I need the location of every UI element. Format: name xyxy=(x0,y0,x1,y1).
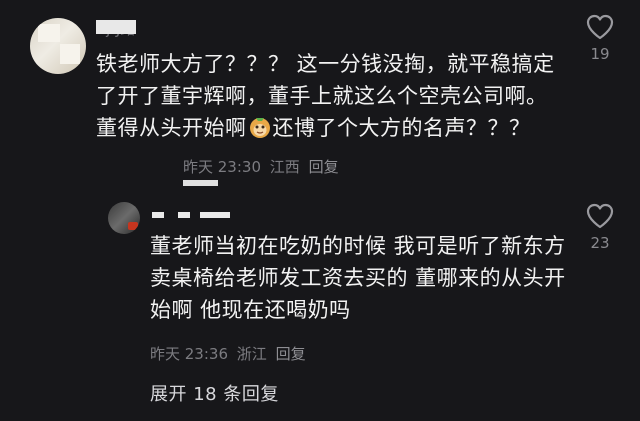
comment-meta: 昨天 23:30 江西 回复 xyxy=(183,156,343,177)
reply-meta: 昨天 23:36 浙江 回复 xyxy=(150,343,310,364)
comment-location: 江西 xyxy=(269,158,300,176)
heart-icon[interactable] xyxy=(580,14,620,40)
reply-text: 董老师当初在吃奶的时候 我可是听了新东方卖桌椅给老师发工资去买的 董哪来的从头开… xyxy=(150,234,566,322)
like-button[interactable]: 23 xyxy=(580,203,620,252)
reply-button[interactable]: 回复 xyxy=(309,158,339,176)
comment-time: 昨天 23:30 xyxy=(183,158,261,176)
replier-avatar[interactable] xyxy=(108,202,140,234)
username-redaction xyxy=(178,212,190,218)
reply-time: 昨天 23:36 xyxy=(150,345,228,363)
username-redaction xyxy=(96,20,136,34)
username-redaction xyxy=(200,212,230,218)
like-button[interactable]: 19 xyxy=(580,14,620,63)
comment-text-part-2: 还博了个大方的名声？？？ xyxy=(272,116,531,140)
heart-icon[interactable] xyxy=(580,203,620,229)
comment-text: 铁老师大方了？？？ 这一分钱没掏，就平稳搞定了开了董宇辉啊，董手上就这么个空壳公… xyxy=(96,48,566,144)
expand-replies-button[interactable]: 展开 18 条回复 xyxy=(150,380,279,406)
commenter-avatar[interactable] xyxy=(30,18,86,74)
monkey-face-emoji xyxy=(248,115,272,139)
reply-button[interactable]: 回复 xyxy=(276,345,306,363)
like-count: 19 xyxy=(590,45,610,63)
like-count: 23 xyxy=(590,234,610,252)
reply-location: 浙江 xyxy=(236,345,267,363)
username-redaction xyxy=(152,212,164,218)
meta-redaction xyxy=(183,180,218,186)
